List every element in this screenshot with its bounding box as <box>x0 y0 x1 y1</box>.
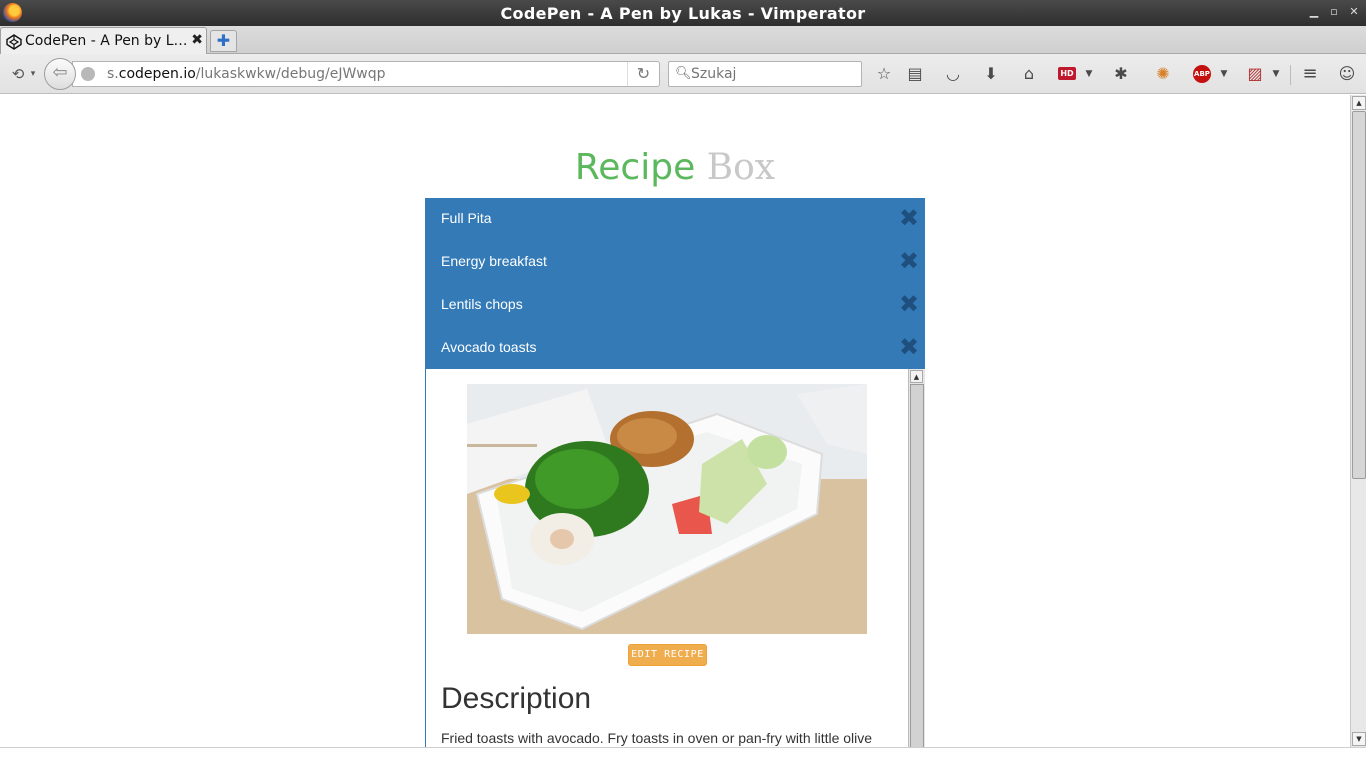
chevron-down-icon[interactable]: ▾ <box>23 64 43 84</box>
codepen-favicon-icon <box>6 34 22 50</box>
scroll-up-arrow-icon[interactable]: ▲ <box>910 370 923 383</box>
chat-bubble-icon[interactable]: ☺ <box>1336 63 1358 85</box>
search-bar[interactable]: 🔍︎ <box>668 61 862 87</box>
recipe-name: Energy breakfast <box>441 253 547 269</box>
maximize-icon[interactable]: ▫ <box>1326 4 1342 20</box>
delete-icon[interactable]: ✖ <box>897 291 921 317</box>
screenshot-extension-icon[interactable]: ▨ <box>1244 63 1266 85</box>
scroll-up-arrow-icon[interactable]: ▲ <box>1352 96 1366 110</box>
addon-puzzle-icon[interactable]: ✱ <box>1110 63 1132 85</box>
url-host: codepen.io <box>118 66 196 82</box>
navigation-toolbar: ⟲ ▾ s.codepen.io/lukaskwkw/debug/eJWwqp … <box>0 54 1366 94</box>
description-text: Fried toasts with avocado. Fry toasts in… <box>441 730 873 746</box>
chevron-down-icon[interactable]: ▼ <box>1218 63 1230 85</box>
recipe-box: Full Pita ✖ Energy breakfast ✖ Lentils c… <box>425 198 925 747</box>
window-title: CodePen - A Pen by Lukas - Vimperator <box>500 4 866 23</box>
page-title: Recipe Box <box>0 146 1350 190</box>
bookmark-star-icon[interactable]: ☆ <box>873 63 895 85</box>
recipe-item[interactable]: Energy breakfast ✖ <box>426 241 925 284</box>
chevron-down-icon[interactable]: ▼ <box>1083 63 1095 85</box>
close-window-icon[interactable]: ✕ <box>1346 4 1362 20</box>
recipe-name: Full Pita <box>441 210 492 226</box>
tab-close-icon[interactable]: ✖ <box>191 32 203 48</box>
reload-icon[interactable]: ↻ <box>627 62 659 86</box>
scroll-thumb[interactable] <box>910 384 924 747</box>
recipe-name: Lentils chops <box>441 296 523 312</box>
pocket-icon[interactable]: ◡ <box>942 63 964 85</box>
tab-label: CodePen - A Pen by L… <box>25 33 188 49</box>
recipe-item[interactable]: Lentils chops ✖ <box>426 284 925 327</box>
recipe-item[interactable]: Avocado toasts ✖ <box>426 327 925 370</box>
page-title-recipe: Recipe <box>574 147 696 188</box>
address-bar[interactable]: s.codepen.io/lukaskwkw/debug/eJWwqp ↻ <box>72 61 660 87</box>
url-path: /lukaskwkw/debug/eJWwqp <box>195 66 386 82</box>
page-content: Recipe Box Full Pita ✖ Energy breakfast … <box>0 95 1350 747</box>
status-strip <box>0 747 1366 768</box>
window-titlebar: CodePen - A Pen by Lukas - Vimperator ▁ … <box>0 0 1366 26</box>
page-title-box: Box <box>706 147 776 188</box>
description-heading: Description <box>441 682 592 715</box>
adblock-plus-icon[interactable]: ABP <box>1193 65 1211 83</box>
tab-codepen[interactable]: CodePen - A Pen by L… ✖ <box>0 27 207 54</box>
bookmarks-menu-icon[interactable]: ▤ <box>904 63 926 85</box>
chevron-down-icon[interactable]: ▼ <box>1270 63 1282 85</box>
scroll-down-arrow-icon[interactable]: ▼ <box>1352 732 1366 746</box>
search-input[interactable] <box>691 64 856 84</box>
delete-icon[interactable]: ✖ <box>897 248 921 274</box>
search-icon: 🔍︎ <box>675 66 692 81</box>
url-text[interactable]: s.codepen.io/lukaskwkw/debug/eJWwqp <box>107 66 386 82</box>
tab-strip: CodePen - A Pen by L… ✖ ✚ <box>0 26 1366 54</box>
back-button[interactable]: ⇦ <box>44 58 76 90</box>
scroll-thumb[interactable] <box>1352 111 1366 479</box>
minimize-icon[interactable]: ▁ <box>1306 4 1322 20</box>
home-icon[interactable]: ⌂ <box>1018 63 1040 85</box>
delete-icon[interactable]: ✖ <box>897 205 921 231</box>
hamburger-menu-icon[interactable]: ≡ <box>1299 63 1321 85</box>
downloads-icon[interactable]: ⬇ <box>980 63 1002 85</box>
hd-extension-icon[interactable]: HD <box>1058 67 1076 80</box>
recipe-item[interactable]: Full Pita ✖ <box>426 198 925 241</box>
edit-recipe-button[interactable]: EDIT RECIPE <box>628 644 707 666</box>
recipe-detail-panel: EDIT RECIPE Description Fried toasts wit… <box>426 369 925 747</box>
url-prefix: s. <box>107 66 119 82</box>
tiger-extension-icon[interactable]: ✺ <box>1152 63 1174 85</box>
recipe-photo <box>467 384 867 634</box>
new-tab-button[interactable]: ✚ <box>210 30 237 52</box>
page-scrollbar[interactable]: ▲ ▼ <box>1350 95 1366 747</box>
toolbar-separator <box>1290 65 1291 85</box>
recipe-name: Avocado toasts <box>441 339 537 355</box>
delete-icon[interactable]: ✖ <box>897 334 921 360</box>
panel-scrollbar[interactable]: ▲ <box>908 369 925 747</box>
site-identity-icon[interactable] <box>81 67 95 81</box>
